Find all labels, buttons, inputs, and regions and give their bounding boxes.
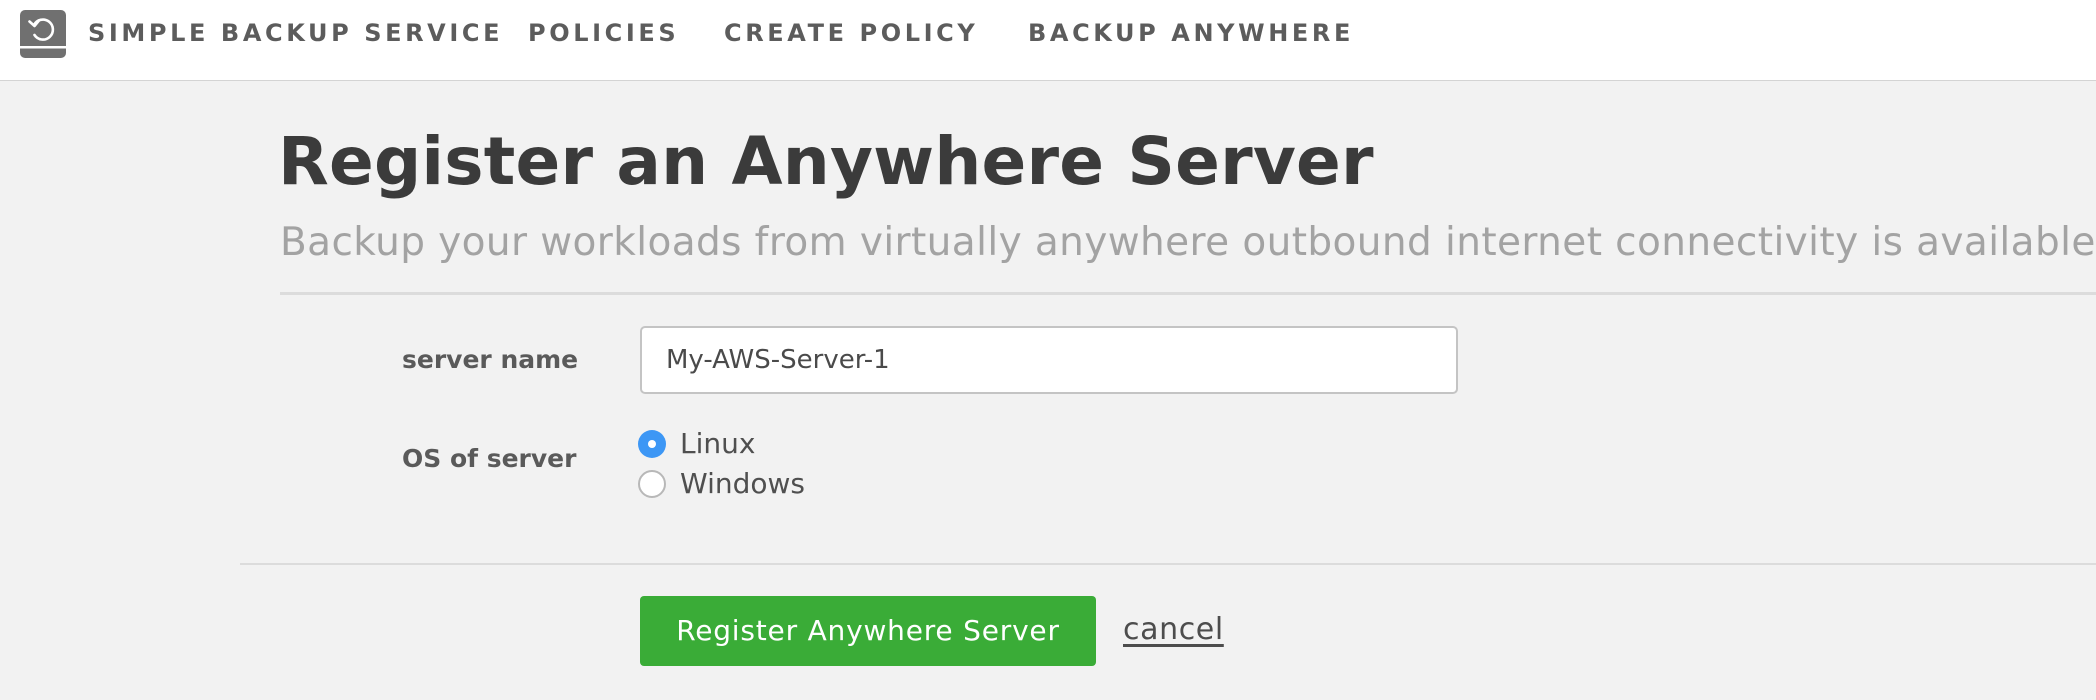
register-server-button[interactable]: Register Anywhere Server — [640, 596, 1096, 666]
brand-name-link[interactable]: SIMPLE BACKUP SERVICE — [88, 18, 503, 48]
form-divider — [240, 563, 2096, 565]
os-option-linux[interactable]: Linux — [638, 427, 755, 461]
nav-item-backup-anywhere[interactable]: BACKUP ANYWHERE — [1028, 18, 1354, 48]
cancel-link[interactable]: cancel — [1123, 612, 1224, 648]
page-subtitle: Backup your workloads from virtually any… — [280, 220, 2096, 265]
nav-item-create-policy[interactable]: CREATE POLICY — [724, 18, 978, 48]
top-navbar: SIMPLE BACKUP SERVICE POLICIES CREATE PO… — [0, 0, 2096, 81]
os-option-label-windows: Windows — [680, 467, 805, 500]
backup-restore-icon[interactable] — [20, 10, 66, 58]
radio-button-linux[interactable] — [638, 430, 666, 458]
os-option-windows[interactable]: Windows — [638, 467, 805, 501]
heading-divider — [280, 292, 2096, 295]
nav-item-policies[interactable]: POLICIES — [528, 18, 679, 48]
server-name-input[interactable] — [640, 326, 1458, 394]
page-title: Register an Anywhere Server — [278, 123, 1374, 200]
server-name-label: server name — [402, 345, 579, 374]
os-label: OS of server — [402, 444, 577, 473]
os-option-label-linux: Linux — [680, 427, 756, 460]
radio-button-windows[interactable] — [638, 470, 666, 498]
